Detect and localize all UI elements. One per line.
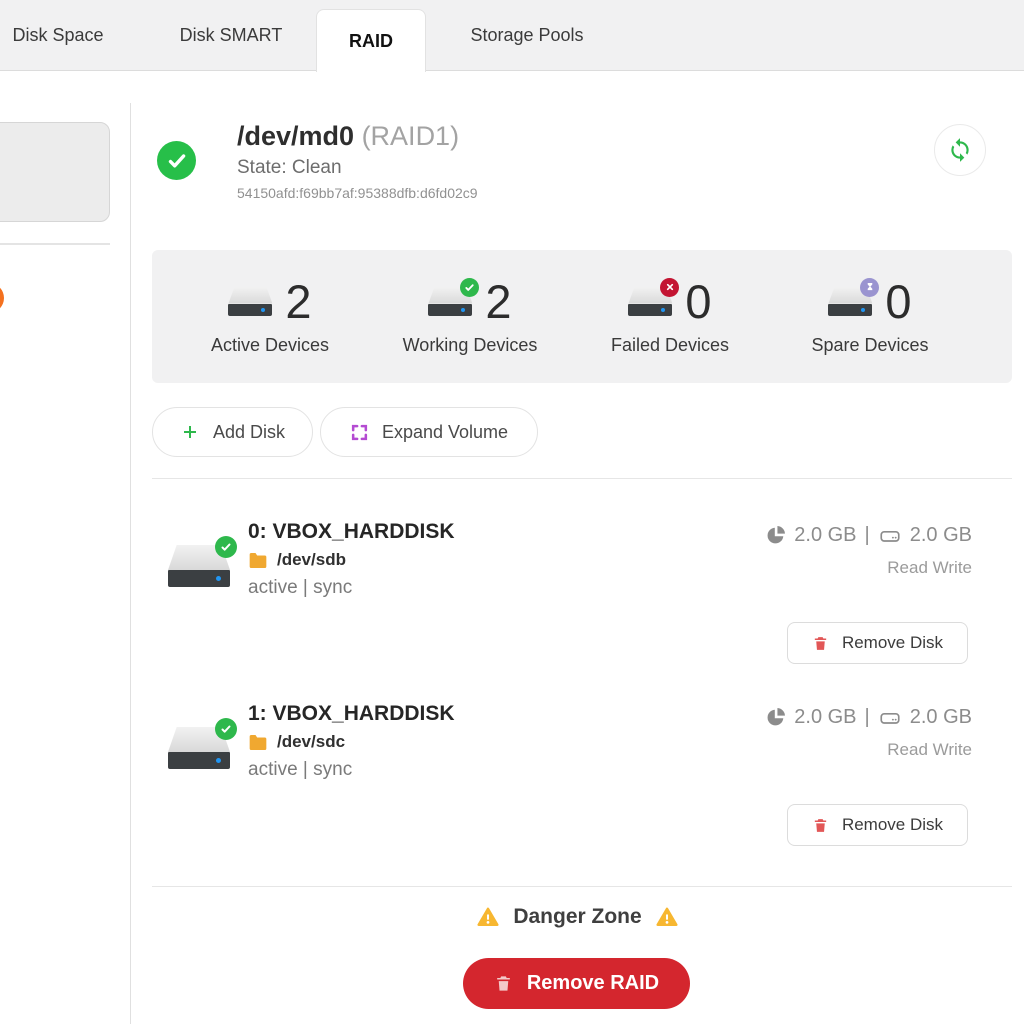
drive-outline-icon (878, 708, 902, 728)
size-separator: | (865, 706, 870, 729)
sidebar-orange-icon-fragment (0, 283, 4, 313)
hard-drive-icon (628, 287, 672, 316)
hard-drive-icon (168, 727, 230, 770)
trash-icon (494, 974, 513, 993)
hard-drive-icon (168, 545, 230, 588)
pie-chart-icon (765, 707, 786, 728)
raid-level: (RAID1) (362, 121, 460, 151)
tab-label: Storage Pools (470, 25, 583, 46)
stat-label: Active Devices (211, 335, 329, 356)
disk-used: 2.0 GB (794, 706, 856, 729)
stat-spare-devices: 0 Spare Devices (770, 250, 970, 383)
check-badge-icon (215, 536, 237, 558)
stat-value: 2 (485, 278, 511, 325)
disk-path-label: /dev/sdb (277, 550, 346, 570)
tab-storage-pools[interactable]: Storage Pools (445, 0, 609, 71)
refresh-button[interactable] (934, 124, 986, 176)
disk-name: 0: VBOX_HARDDISK (248, 520, 455, 544)
pie-chart-icon (765, 525, 786, 546)
tab-raid[interactable]: RAID (316, 9, 426, 72)
sync-icon (947, 137, 973, 163)
tab-label: Disk SMART (180, 25, 283, 46)
danger-zone-header: Danger Zone (131, 905, 1024, 929)
disk-size: 2.0 GB (910, 706, 972, 729)
tab-disk-smart[interactable]: Disk SMART (161, 0, 301, 71)
section-divider (152, 886, 1012, 887)
folder-icon (248, 734, 268, 751)
disk-mode: Read Write (887, 740, 972, 760)
disk-row: 1: VBOX_HARDDISK /dev/sdc active | sync … (131, 702, 1024, 872)
cross-badge-icon (660, 278, 679, 297)
hourglass-badge-icon (860, 278, 879, 297)
remove-raid-button[interactable]: Remove RAID (463, 958, 690, 1009)
size-separator: | (865, 524, 870, 547)
remove-disk-label: Remove Disk (842, 633, 943, 653)
disk-sizes: 2.0 GB | 2.0 GB (765, 706, 972, 729)
folder-icon (248, 552, 268, 569)
section-divider (152, 478, 1012, 479)
check-badge-icon (460, 278, 479, 297)
hard-drive-icon (228, 287, 272, 316)
tab-label: RAID (349, 31, 393, 52)
tab-disk-space[interactable]: Disk Space (0, 0, 116, 71)
add-disk-label: Add Disk (213, 422, 285, 443)
sidebar-divider (0, 243, 110, 245)
drive-led (216, 758, 221, 763)
raid-uuid: 54150afd:f69bb7af:95388dfb:d6fd02c9 (237, 185, 478, 201)
raid-device-title: /dev/md0 (RAID1) (237, 121, 459, 152)
warning-icon (476, 906, 500, 928)
remove-disk-button[interactable]: Remove Disk (787, 804, 968, 846)
raid-status-ok-icon (157, 141, 196, 180)
stat-label: Working Devices (403, 335, 538, 356)
disk-path: /dev/sdc (248, 732, 345, 752)
stat-value: 0 (885, 278, 911, 325)
raid-state: State: Clean (237, 157, 342, 179)
stat-working-devices: 2 Working Devices (370, 250, 570, 383)
plus-icon (180, 422, 200, 442)
disk-sizes: 2.0 GB | 2.0 GB (765, 524, 972, 547)
drive-led (216, 576, 221, 581)
remove-disk-label: Remove Disk (842, 815, 943, 835)
stat-value: 0 (685, 278, 711, 325)
check-icon (165, 149, 189, 173)
check-badge-icon (215, 718, 237, 740)
hard-drive-icon (828, 287, 872, 316)
remove-disk-button[interactable]: Remove Disk (787, 622, 968, 664)
raid-stats-band: 2 Active Devices 2 Working Devices 0 (152, 250, 1012, 383)
expand-volume-label: Expand Volume (382, 422, 508, 443)
remove-raid-label: Remove RAID (527, 972, 659, 995)
disk-row: 0: VBOX_HARDDISK /dev/sdb active | sync … (131, 520, 1024, 690)
disk-path: /dev/sdb (248, 550, 346, 570)
disk-status: active | sync (248, 577, 352, 599)
drive-outline-icon (878, 526, 902, 546)
add-disk-button[interactable]: Add Disk (152, 407, 313, 457)
stat-value: 2 (285, 278, 311, 325)
stat-label: Failed Devices (611, 335, 729, 356)
disk-size: 2.0 GB (910, 524, 972, 547)
warning-icon (655, 906, 679, 928)
stat-failed-devices: 0 Failed Devices (570, 250, 770, 383)
expand-volume-button[interactable]: Expand Volume (320, 407, 538, 457)
hard-drive-icon (428, 287, 472, 316)
expand-icon (350, 423, 369, 442)
disk-path-label: /dev/sdc (277, 732, 345, 752)
disk-name: 1: VBOX_HARDDISK (248, 702, 455, 726)
tab-label: Disk Space (12, 25, 103, 46)
disk-mode: Read Write (887, 558, 972, 578)
trash-icon (812, 635, 829, 652)
danger-zone-label: Danger Zone (513, 905, 641, 929)
sidebar-panel-fragment (0, 122, 110, 222)
disk-status: active | sync (248, 759, 352, 781)
trash-icon (812, 817, 829, 834)
stat-active-devices: 2 Active Devices (170, 250, 370, 383)
disk-used: 2.0 GB (794, 524, 856, 547)
stat-label: Spare Devices (811, 335, 928, 356)
raid-device-name: /dev/md0 (237, 121, 354, 151)
